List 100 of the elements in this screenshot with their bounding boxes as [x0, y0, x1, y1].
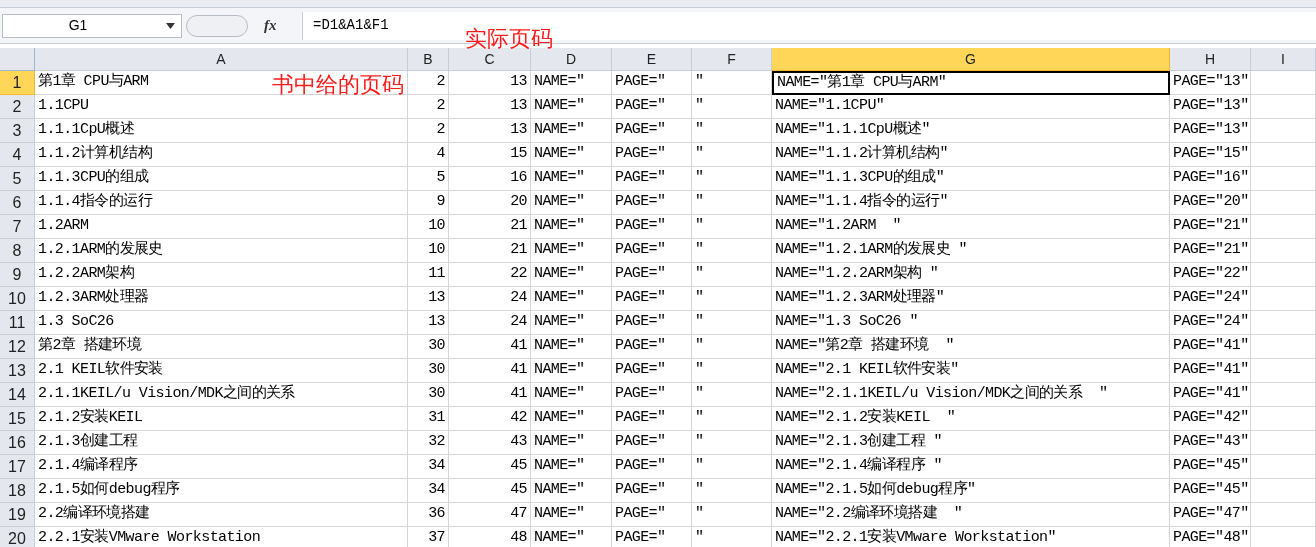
table-cell: ″ — [692, 287, 772, 311]
table-cell: NAME=″1.2.2ARM架构 ″ — [772, 263, 1170, 287]
table-cell: NAME=″1.1CPU″ — [772, 95, 1170, 119]
empty-cell — [1251, 311, 1316, 335]
table-cell: ″ — [692, 383, 772, 407]
table-cell: NAME=″ — [531, 311, 612, 335]
table-cell: PAGE=″ — [612, 311, 692, 335]
table-cell: NAME=″2.1.1KEIL/u Vision/MDK之间的关系 ″ — [772, 383, 1170, 407]
table-cell: PAGE=″ — [612, 143, 692, 167]
insert-function-button[interactable]: fx — [264, 14, 294, 37]
table-cell: PAGE=″41″ — [1170, 383, 1251, 407]
row-header[interactable]: 9 — [0, 263, 35, 287]
table-cell: 13 — [408, 311, 449, 335]
table-cell: ″ — [692, 335, 772, 359]
table-cell: 32 — [408, 431, 449, 455]
table-cell: 13 — [449, 71, 531, 95]
row-header[interactable]: 20 — [0, 527, 35, 547]
row-header[interactable]: 18 — [0, 479, 35, 503]
table-cell: 1.2.2ARM架构 — [35, 263, 408, 287]
table-cell: NAME=″ — [531, 143, 612, 167]
table-cell: 1.3 SoC26 — [35, 311, 408, 335]
table-cell: PAGE=″21″ — [1170, 215, 1251, 239]
empty-cell — [1251, 263, 1316, 287]
table-cell: PAGE=″15″ — [1170, 143, 1251, 167]
table-cell: 13 — [408, 287, 449, 311]
column-header[interactable]: H — [1170, 48, 1251, 71]
name-box[interactable]: G1 — [2, 13, 182, 38]
table-cell: PAGE=″ — [612, 287, 692, 311]
table-cell: ″ — [692, 191, 772, 215]
row-header[interactable]: 10 — [0, 287, 35, 311]
row-header[interactable]: 13 — [0, 359, 35, 383]
row-header[interactable]: 2 — [0, 95, 35, 119]
row-header[interactable]: 19 — [0, 503, 35, 527]
table-cell: 1.1.3CPU的组成 — [35, 167, 408, 191]
row-header[interactable]: 11 — [0, 311, 35, 335]
table-cell: 20 — [449, 191, 531, 215]
column-header[interactable]: I — [1251, 48, 1316, 71]
empty-cell — [1251, 239, 1316, 263]
table-cell: 21 — [449, 239, 531, 263]
table-cell: PAGE=″ — [612, 335, 692, 359]
row-header[interactable]: 16 — [0, 431, 35, 455]
row-header[interactable]: 17 — [0, 455, 35, 479]
table-cell: 30 — [408, 383, 449, 407]
table-cell: 1.2ARM — [35, 215, 408, 239]
table-cell: 1.1.1CpU概述 — [35, 119, 408, 143]
table-cell: NAME=″ — [531, 239, 612, 263]
row-header[interactable]: 14 — [0, 383, 35, 407]
table-cell: 2.2.1安装VMware Workstation — [35, 527, 408, 547]
table-cell: 45 — [449, 455, 531, 479]
column-header[interactable]: E — [612, 48, 692, 71]
table-cell: ″ — [692, 479, 772, 503]
table-cell: 10 — [408, 239, 449, 263]
table-cell: NAME=″ — [531, 263, 612, 287]
table-cell: 2.2编译环境搭建 — [35, 503, 408, 527]
column-header[interactable]: D — [531, 48, 612, 71]
column-header[interactable]: G — [772, 48, 1170, 71]
table-cell: PAGE=″ — [612, 239, 692, 263]
table-cell: 41 — [449, 359, 531, 383]
table-cell: 34 — [408, 479, 449, 503]
table-cell: NAME=″2.2.1安装VMware Workstation″ — [772, 527, 1170, 547]
empty-cell — [1251, 71, 1316, 95]
table-cell: 9 — [408, 191, 449, 215]
table-cell: NAME=″ — [531, 119, 612, 143]
table-cell: PAGE=″ — [612, 359, 692, 383]
table-cell: PAGE=″45″ — [1170, 479, 1251, 503]
table-cell: PAGE=″16″ — [1170, 167, 1251, 191]
annotation-text: 书中给的页码 — [272, 74, 404, 96]
column-header[interactable]: B — [408, 48, 449, 71]
row-header[interactable]: 8 — [0, 239, 35, 263]
table-cell: ″ — [692, 359, 772, 383]
row-header[interactable]: 4 — [0, 143, 35, 167]
table-cell: 第2章 搭建环境 — [35, 335, 408, 359]
table-cell: PAGE=″42″ — [1170, 407, 1251, 431]
resize-handle[interactable] — [186, 14, 248, 37]
row-header[interactable]: 6 — [0, 191, 35, 215]
row-header[interactable]: 3 — [0, 119, 35, 143]
active-cell[interactable]: NAME=″第1章 CPU与ARM″ — [772, 71, 1170, 95]
table-cell: NAME=″ — [531, 503, 612, 527]
row-header[interactable]: 12 — [0, 335, 35, 359]
table-cell: PAGE=″21″ — [1170, 239, 1251, 263]
table-cell: ″ — [692, 455, 772, 479]
select-all-corner[interactable] — [0, 48, 35, 71]
row-header[interactable]: 1 — [0, 71, 35, 95]
empty-cell — [1251, 119, 1316, 143]
empty-cell — [1251, 479, 1316, 503]
table-cell: 24 — [449, 311, 531, 335]
formula-text: =D1&A1&F1 — [313, 16, 389, 35]
table-cell: 36 — [408, 503, 449, 527]
column-header[interactable]: F — [692, 48, 772, 71]
table-cell: 11 — [408, 263, 449, 287]
table-cell: 30 — [408, 359, 449, 383]
column-header[interactable]: A — [35, 48, 408, 71]
column-header[interactable]: C — [449, 48, 531, 71]
row-header[interactable]: 5 — [0, 167, 35, 191]
row-header[interactable]: 7 — [0, 215, 35, 239]
table-cell: 2 — [408, 95, 449, 119]
table-cell: 48 — [449, 527, 531, 547]
row-header[interactable]: 15 — [0, 407, 35, 431]
table-cell: ″ — [692, 263, 772, 287]
table-cell: 2.1 KEIL软件安装 — [35, 359, 408, 383]
